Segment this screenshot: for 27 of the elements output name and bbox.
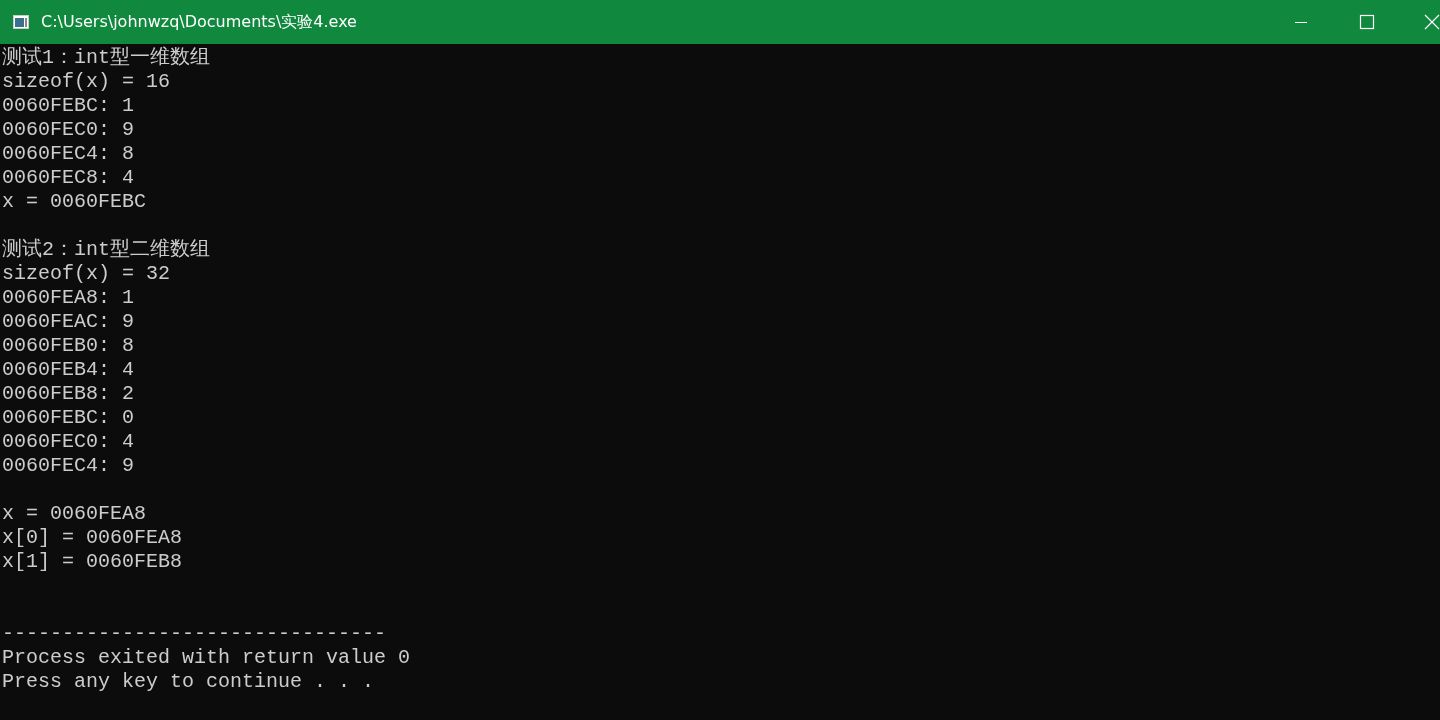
console-line: x = 0060FEBC: [2, 190, 147, 214]
console-line: 0060FEB4: 4: [2, 358, 135, 382]
console-line: sizeof(x) = 16: [2, 70, 171, 94]
console-line: 0060FEC0: 9: [2, 118, 135, 142]
console-line: 测试1：int型一维数组: [2, 46, 210, 70]
console-line: 0060FEBC: 0: [2, 406, 135, 430]
console-line: 测试2：int型二维数组: [2, 238, 210, 262]
console-line: x = 0060FEA8: [2, 502, 147, 526]
console-line: Process exited with return value 0: [2, 646, 411, 670]
close-icon: [1424, 14, 1440, 30]
console-line: 0060FEC4: 9: [2, 454, 135, 478]
console-line: 0060FEA8: 1: [2, 286, 135, 310]
console-icon: [13, 15, 29, 29]
console-line: Press any key to continue . . .: [2, 670, 375, 694]
maximize-icon: [1359, 14, 1375, 30]
console-line: 0060FEBC: 1: [2, 94, 135, 118]
console-line: sizeof(x) = 32: [2, 262, 171, 286]
console-line: --------------------------------: [2, 622, 387, 646]
console-line: 0060FEC4: 8: [2, 142, 135, 166]
window-title: C:\Users\johnwzq\Documents\实验4.exe: [41, 11, 357, 33]
console-line: x[0] = 0060FEA8: [2, 526, 183, 550]
console-line: 0060FEAC: 9: [2, 310, 135, 334]
console-line: x[1] = 0060FEB8: [2, 550, 183, 574]
console-line: 0060FEC8: 4: [2, 166, 135, 190]
console-line: 0060FEB0: 8: [2, 334, 135, 358]
console-line: 0060FEC0: 4: [2, 430, 135, 454]
console-line: 0060FEB8: 2: [2, 382, 135, 406]
